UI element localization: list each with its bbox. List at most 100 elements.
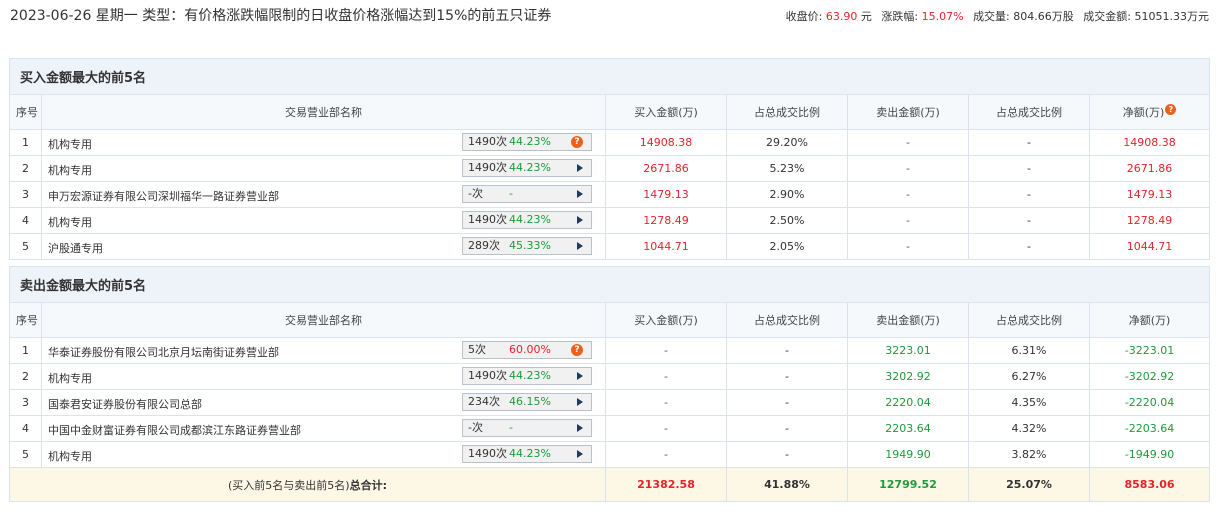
buy-ratio: 29.20% xyxy=(726,129,848,156)
net-amount: 1044.71 xyxy=(1088,233,1211,260)
help-icon[interactable]: ? xyxy=(1165,104,1177,115)
broker-name-link[interactable]: 机构专用 xyxy=(48,162,92,178)
arrow-right-icon[interactable] xyxy=(577,398,583,406)
broker-stats-button[interactable]: 234次 46.15% xyxy=(462,393,592,411)
total-sell: 12799.52 xyxy=(847,467,969,502)
broker-name-link[interactable]: 国泰君安证券股份有限公司总部 xyxy=(48,396,202,412)
sell-amount: 2220.04 xyxy=(847,389,969,416)
arrow-right-icon[interactable] xyxy=(577,242,583,250)
sell-ratio: 3.82% xyxy=(968,441,1090,468)
win-rate: 45.33% xyxy=(509,239,551,252)
broker-cell: 申万宏源证券有限公司深圳福华一路证券营业部 -次 - xyxy=(41,181,606,208)
buy-amount: 14908.38 xyxy=(605,129,727,156)
total-net: 8583.06 xyxy=(1088,467,1211,502)
win-rate: 60.00% xyxy=(509,343,551,356)
arrow-right-icon[interactable] xyxy=(577,164,583,172)
buy-amount: - xyxy=(605,389,727,416)
buy-amount: 2671.86 xyxy=(605,155,727,182)
table-row: 1 华泰证券股份有限公司北京月坛南街证券营业部 5次 60.00%? - -3223.01… xyxy=(9,337,1211,364)
trade-count: 1490次 xyxy=(468,213,507,226)
sell-ratio: - xyxy=(968,233,1090,260)
broker-name-link[interactable]: 机构专用 xyxy=(48,214,92,230)
help-icon[interactable]: ? xyxy=(571,136,583,148)
broker-stats-button[interactable]: 1490次 44.23% xyxy=(462,445,592,463)
amount-value: 51051.33万元 xyxy=(1134,10,1210,23)
broker-name-link[interactable]: 中国中金财富证券有限公司成都滨江东路证券营业部 xyxy=(48,422,301,438)
row-index: 3 xyxy=(9,389,42,416)
col-header-sell-ratio: 占总成交比例 xyxy=(968,302,1090,338)
sell-ratio: 6.27% xyxy=(968,363,1090,390)
broker-stats-button[interactable]: -次 - xyxy=(462,419,592,437)
sell-ratio: - xyxy=(968,181,1090,208)
sell-amount: - xyxy=(847,233,969,260)
win-rate: 44.23% xyxy=(509,447,551,460)
buy-ratio: - xyxy=(726,415,848,442)
broker-stats-button[interactable]: -次 - xyxy=(462,185,592,203)
sell-ratio: 4.35% xyxy=(968,389,1090,416)
row-index: 4 xyxy=(9,415,42,442)
broker-name-link[interactable]: 华泰证券股份有限公司北京月坛南街证券营业部 xyxy=(48,344,279,360)
net-amount: 1278.49 xyxy=(1088,207,1211,234)
arrow-right-icon[interactable] xyxy=(577,424,583,432)
col-header-buy-ratio: 占总成交比例 xyxy=(726,94,848,130)
broker-name-link[interactable]: 机构专用 xyxy=(48,370,92,386)
net-amount: 1479.13 xyxy=(1088,181,1211,208)
arrow-right-icon[interactable] xyxy=(577,372,583,380)
win-rate: 44.23% xyxy=(509,369,551,382)
table-row: 2 机构专用 1490次 44.23% - -3202.92 6.27% -3202.92 xyxy=(9,363,1211,390)
broker-stats-button[interactable]: 1490次 44.23% xyxy=(462,367,592,385)
help-icon[interactable]: ? xyxy=(571,344,583,356)
col-header-net-label: 净额(万) xyxy=(1122,106,1165,119)
table-row: 5 机构专用 1490次 44.23% - -1949.90 3.82% -1949.90 xyxy=(9,441,1211,468)
broker-cell: 机构专用 1490次 44.23% xyxy=(41,207,606,234)
row-index: 1 xyxy=(9,337,42,364)
col-header-buy-ratio: 占总成交比例 xyxy=(726,302,848,338)
close-price-label: 收盘价: xyxy=(785,10,823,23)
row-index: 1 xyxy=(9,129,42,156)
trade-count: 1490次 xyxy=(468,135,507,148)
broker-stats-button[interactable]: 1490次 44.23%? xyxy=(462,133,592,151)
arrow-right-icon[interactable] xyxy=(577,190,583,198)
buy-section-title: 买入金额最大的前5名 xyxy=(8,58,1211,95)
broker-stats-button[interactable]: 1490次 44.23% xyxy=(462,211,592,229)
net-amount: -1949.90 xyxy=(1088,441,1211,468)
broker-name-link[interactable]: 机构专用 xyxy=(48,136,92,152)
broker-stats-button[interactable]: 1490次 44.23% xyxy=(462,159,592,177)
buy-amount: - xyxy=(605,363,727,390)
volume-label: 成交量: xyxy=(973,10,1010,23)
volume-value: 804.66万股 xyxy=(1013,10,1074,23)
buy-ratio: - xyxy=(726,389,848,416)
broker-cell: 中国中金财富证券有限公司成都滨江东路证券营业部 -次 - xyxy=(41,415,606,442)
buy-ratio: 2.90% xyxy=(726,181,848,208)
table-row: 3 国泰君安证券股份有限公司总部 234次 46.15% - -2220.04 4.35% -… xyxy=(9,389,1211,416)
sell-ratio: - xyxy=(968,155,1090,182)
row-index: 5 xyxy=(9,441,42,468)
broker-stats-button[interactable]: 5次 60.00%? xyxy=(462,341,592,359)
total-buy: 21382.58 xyxy=(605,467,727,502)
win-rate: 44.23% xyxy=(509,161,551,174)
table-row: 1 机构专用 1490次 44.23%? 14908.38 29.20% - -14908.3… xyxy=(9,129,1211,156)
trade-count: 1490次 xyxy=(468,447,507,460)
arrow-right-icon[interactable] xyxy=(577,216,583,224)
sell-amount: 3202.92 xyxy=(847,363,969,390)
buy-amount: - xyxy=(605,337,727,364)
col-header-buy-amount: 买入金额(万) xyxy=(605,94,727,130)
broker-name-link[interactable]: 申万宏源证券有限公司深圳福华一路证券营业部 xyxy=(48,188,279,204)
col-header-buy-amount: 买入金额(万) xyxy=(605,302,727,338)
arrow-right-icon[interactable] xyxy=(577,450,583,458)
total-sell-ratio: 25.07% xyxy=(968,467,1090,502)
sell-top5-table: 卖出金额最大的前5名 序号 交易营业部名称 买入金额(万) 占总成交比例 卖出金… xyxy=(8,266,1211,502)
total-row: (买入前5名与卖出前5名)总合计: 21382.58 41.88% 12799.… xyxy=(9,467,1211,502)
broker-cell: 国泰君安证券股份有限公司总部 234次 46.15% xyxy=(41,389,606,416)
buy-ratio: - xyxy=(726,363,848,390)
close-price-value: 63.90 xyxy=(825,10,858,23)
broker-name-link[interactable]: 机构专用 xyxy=(48,448,92,464)
broker-name-link[interactable]: 沪股通专用 xyxy=(48,240,103,256)
col-header-sell-amount: 卖出金额(万) xyxy=(847,302,969,338)
buy-amount: 1479.13 xyxy=(605,181,727,208)
sell-amount: - xyxy=(847,129,969,156)
broker-stats-button[interactable]: 289次 45.33% xyxy=(462,237,592,255)
buy-ratio: 5.23% xyxy=(726,155,848,182)
buy-amount: - xyxy=(605,415,727,442)
buy-amount: 1044.71 xyxy=(605,233,727,260)
